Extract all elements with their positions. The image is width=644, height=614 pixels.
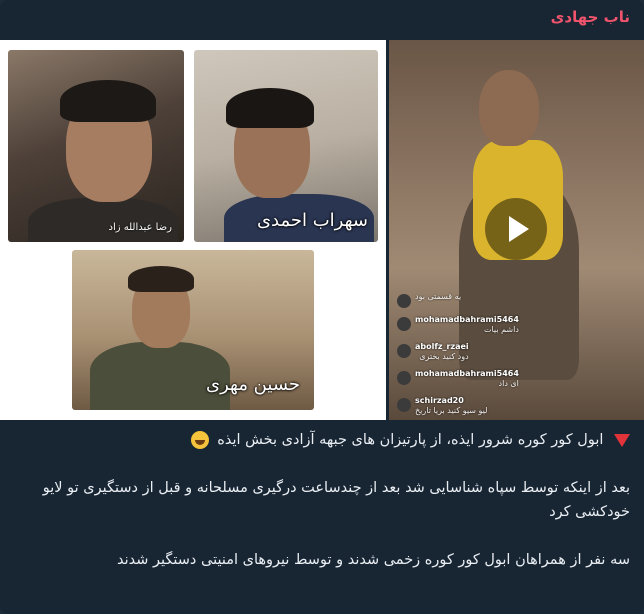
live-comment: یه قسمتی بود	[397, 292, 597, 308]
message-bubble: ناب جهادی رضا عبدالله زاد سهراب احمدی حس…	[0, 0, 644, 614]
comment-text: دود کنید بختری	[419, 352, 469, 361]
photo-caption: حسین مهری	[206, 374, 300, 395]
red-triangle-icon	[614, 433, 630, 447]
photo-figure-hair	[226, 88, 314, 128]
photo-figure-hair	[128, 266, 194, 292]
photo-collage[interactable]: رضا عبدالله زاد سهراب احمدی حسین مهری	[0, 40, 386, 420]
live-comment: mohamadbahrami5464 داشم بیات	[397, 315, 597, 335]
video-figure-head	[479, 70, 539, 146]
comment-text: لیو سیو کنید بریا تاریخ	[415, 406, 488, 415]
photo-figure-body	[28, 198, 178, 242]
laughing-emoji-icon	[190, 431, 209, 449]
comment-username: mohamadbahrami5464	[415, 369, 519, 378]
sender-name[interactable]: ناب جهادی	[551, 8, 630, 34]
photo-sohrab[interactable]: سهراب احمدی	[194, 50, 378, 242]
comment-username: mohamadbahrami5464	[415, 315, 519, 324]
avatar	[397, 317, 411, 331]
avatar	[397, 294, 411, 308]
message-paragraph: بعد از اینکه توسط سپاه شناسایی شد بعد از…	[42, 480, 630, 520]
avatar	[397, 398, 411, 412]
comment-username: abolfz_rzaei	[415, 342, 469, 351]
play-icon	[509, 216, 529, 242]
photo-reza[interactable]: رضا عبدالله زاد	[8, 50, 184, 242]
comment-username: schirzad20	[415, 396, 464, 405]
live-comments: یه قسمتی بود mohamadbahrami5464 داشم بیا…	[397, 292, 597, 420]
avatar	[397, 371, 411, 385]
video-thumbnail[interactable]: یه قسمتی بود mohamadbahrami5464 داشم بیا…	[389, 40, 644, 420]
message-text: ابول کور کوره شرور ایذه، از پارتیزان های…	[18, 428, 630, 572]
message-headline: ابول کور کوره شرور ایذه، از پارتیزان های…	[18, 428, 630, 452]
avatar	[397, 344, 411, 358]
play-button[interactable]	[485, 198, 547, 260]
headline-text: ابول کور کوره شرور ایذه، از پارتیزان های…	[217, 432, 604, 448]
live-comment: abolfz_rzaei دود کنید بختری	[397, 342, 597, 362]
photo-figure-hair	[60, 80, 156, 122]
photo-caption: رضا عبدالله زاد	[108, 222, 172, 233]
comment-text: یه قسمتی بود	[415, 292, 462, 301]
comment-text: داشم بیات	[483, 325, 519, 334]
media-group: رضا عبدالله زاد سهراب احمدی حسین مهری یه…	[0, 40, 644, 420]
comment-text: ای داد	[498, 379, 519, 388]
message-paragraph: سه نفر از همراهان ابول کور کوره زخمی شدن…	[117, 552, 630, 568]
photo-caption: سهراب احمدی	[256, 210, 368, 231]
photo-hossein[interactable]: حسین مهری	[72, 250, 314, 410]
live-comment: schirzad20 لیو سیو کنید بریا تاریخ	[397, 396, 597, 416]
live-comment: mohamadbahrami5464 ای داد	[397, 369, 597, 389]
